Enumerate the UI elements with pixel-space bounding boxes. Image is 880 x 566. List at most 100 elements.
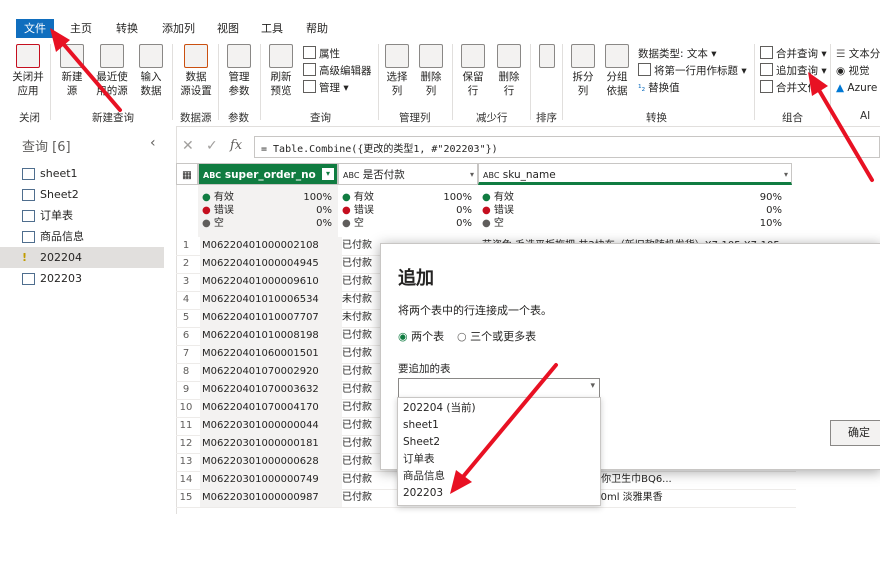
choose-columns-button[interactable]: 选择 列: [382, 44, 412, 98]
ribbon-separator: [830, 44, 831, 120]
properties-button[interactable]: 属性: [303, 46, 340, 62]
query-item-orders[interactable]: 订单表: [0, 205, 164, 226]
formula-input[interactable]: = Table.Combine({更改的类型1, #"202203"}): [254, 136, 880, 158]
append-icon: [760, 63, 773, 76]
parameters-icon: [227, 44, 251, 68]
query-item-sheet1[interactable]: sheet1: [0, 163, 164, 184]
query-item-202203[interactable]: 202203: [0, 268, 164, 289]
manage-parameters-button[interactable]: 管理 参数: [222, 44, 256, 98]
table-menu-button[interactable]: ▦: [176, 163, 198, 185]
split-column-button[interactable]: 拆分 列: [568, 44, 598, 98]
keep-rows-icon: [461, 44, 485, 68]
azure-icon: ▲: [836, 82, 848, 94]
remove-rows-button[interactable]: 删除 行: [494, 44, 524, 98]
sort-icon: [539, 44, 555, 68]
menu-file[interactable]: 文件: [16, 19, 54, 38]
ribbon-separator: [50, 44, 51, 120]
table-dropdown-list: 202204 (当前) sheet1 Sheet2 订单表 商品信息 20220…: [397, 397, 601, 506]
azure-ml-button[interactable]: ▲ Azure: [836, 80, 877, 96]
text-analytics-button[interactable]: ☰ 文本分: [836, 46, 880, 62]
profile-labels-c3: ● 有效 ● 错误 ● 空: [482, 192, 514, 229]
menu-home[interactable]: 主页: [66, 20, 96, 40]
query-item-products[interactable]: 商品信息: [0, 226, 164, 247]
warning-icon: !: [22, 251, 28, 264]
header-row-icon: [638, 63, 651, 76]
text-type-icon: ABC: [343, 171, 360, 180]
ribbon-separator: [530, 44, 531, 120]
filter-dropdown-icon[interactable]: ▾: [470, 164, 474, 186]
table-select[interactable]: ▾: [398, 378, 600, 398]
data-source-settings-button[interactable]: 数据 源设置: [178, 44, 214, 98]
option-202203[interactable]: 202203: [398, 485, 598, 502]
combine-files-button[interactable]: 合并文件: [760, 80, 818, 96]
cancel-icon[interactable]: ✕: [182, 138, 194, 154]
group-by-button[interactable]: 分组 依据: [602, 44, 632, 98]
column-header-paid[interactable]: ABC 是否付款 ▾: [338, 163, 478, 185]
first-row-header-button[interactable]: 将第一行用作标题 ▾: [638, 63, 747, 79]
radio-three-or-more[interactable]: ○ 三个或更多表: [457, 328, 536, 344]
ribbon: 关闭并 应用 新建 源 最近使 用的源 输入 数据 数据 源设置 管理 参数 刷…: [0, 38, 880, 127]
menu-add-column[interactable]: 添加列: [158, 20, 199, 38]
eye-icon: ◉: [836, 65, 849, 77]
radio-two-tables[interactable]: ◉ 两个表: [398, 328, 444, 344]
option-orders[interactable]: 订单表: [398, 451, 598, 468]
table-icon: [22, 231, 35, 243]
menu-help[interactable]: 帮助: [302, 20, 332, 38]
manage-icon: [303, 80, 316, 93]
menu-view[interactable]: 视图: [213, 20, 243, 38]
refresh-preview-button[interactable]: 刷新 预览: [264, 44, 298, 98]
bottom-area: [0, 514, 880, 566]
ribbon-separator: [754, 44, 755, 120]
ok-button[interactable]: 确定: [830, 420, 880, 446]
advanced-editor-button[interactable]: 高级编辑器: [303, 63, 372, 79]
vision-button[interactable]: ◉ 视觉: [836, 63, 870, 79]
option-sheet1[interactable]: sheet1: [398, 417, 598, 434]
table-icon: [22, 273, 35, 285]
query-item-sheet2[interactable]: Sheet2: [0, 184, 164, 205]
merge-queries-button[interactable]: 合并查询 ▾: [760, 46, 827, 62]
combine-files-icon: [760, 80, 773, 93]
column-header-sku-name[interactable]: ABC sku_name ▾: [478, 163, 792, 185]
ribbon-separator: [218, 44, 219, 120]
remove-columns-button[interactable]: 删除 列: [416, 44, 446, 98]
recent-sources-icon: [100, 44, 124, 68]
option-202204-current[interactable]: 202204 (当前): [398, 400, 598, 417]
text-type-icon: ABC: [203, 171, 222, 180]
ribbon-separator: [452, 44, 453, 120]
group-label-ai: AI: [860, 110, 871, 122]
filter-dropdown-icon[interactable]: ▾: [784, 164, 788, 186]
menu-tools[interactable]: 工具: [257, 20, 287, 38]
dialog-title: 追加: [398, 268, 434, 289]
new-source-button[interactable]: 新建 源: [56, 44, 88, 98]
close-apply-button[interactable]: 关闭并 应用: [10, 44, 46, 98]
menu-bar: 文件 主页 转换 添加列 视图 工具 帮助: [0, 0, 880, 40]
collapse-pane-icon[interactable]: ‹: [150, 135, 156, 151]
table-icon: [139, 44, 163, 68]
advanced-editor-icon: [303, 63, 316, 76]
table-to-append-label: 要追加的表: [398, 363, 451, 375]
filter-dropdown-icon[interactable]: ▾: [322, 168, 334, 180]
recent-sources-button[interactable]: 最近使 用的源: [92, 44, 132, 98]
enter-data-button[interactable]: 输入 数据: [136, 44, 166, 98]
option-products[interactable]: 商品信息: [398, 468, 598, 485]
keep-rows-button[interactable]: 保留 行: [458, 44, 488, 98]
replace-values-button[interactable]: ¹₂ 替换值: [638, 80, 680, 96]
fx-icon[interactable]: fx: [230, 138, 242, 153]
append-queries-button[interactable]: 追加查询 ▾: [760, 63, 827, 79]
group-label-reduce-rows: 减少行: [476, 112, 508, 124]
data-type-dropdown[interactable]: 数据类型: 文本 ▾: [638, 46, 716, 62]
manage-button[interactable]: 管理 ▾: [303, 80, 349, 96]
remove-rows-icon: [497, 44, 521, 68]
confirm-icon[interactable]: ✓: [206, 138, 218, 154]
ribbon-separator: [562, 44, 563, 120]
column-header-super-order-no[interactable]: ABC super_order_no ▾: [198, 163, 338, 185]
query-item-202204[interactable]: ! 202204: [0, 247, 164, 268]
menu-transform[interactable]: 转换: [112, 20, 142, 38]
replace-icon: ¹₂: [638, 84, 649, 94]
option-sheet2[interactable]: Sheet2: [398, 434, 598, 451]
merge-icon: [760, 46, 773, 59]
refresh-icon: [269, 44, 293, 68]
text-type-icon: ABC: [483, 171, 500, 180]
sort-button[interactable]: [536, 44, 558, 70]
profile-values-c2: 100% 0% 0%: [443, 192, 472, 229]
